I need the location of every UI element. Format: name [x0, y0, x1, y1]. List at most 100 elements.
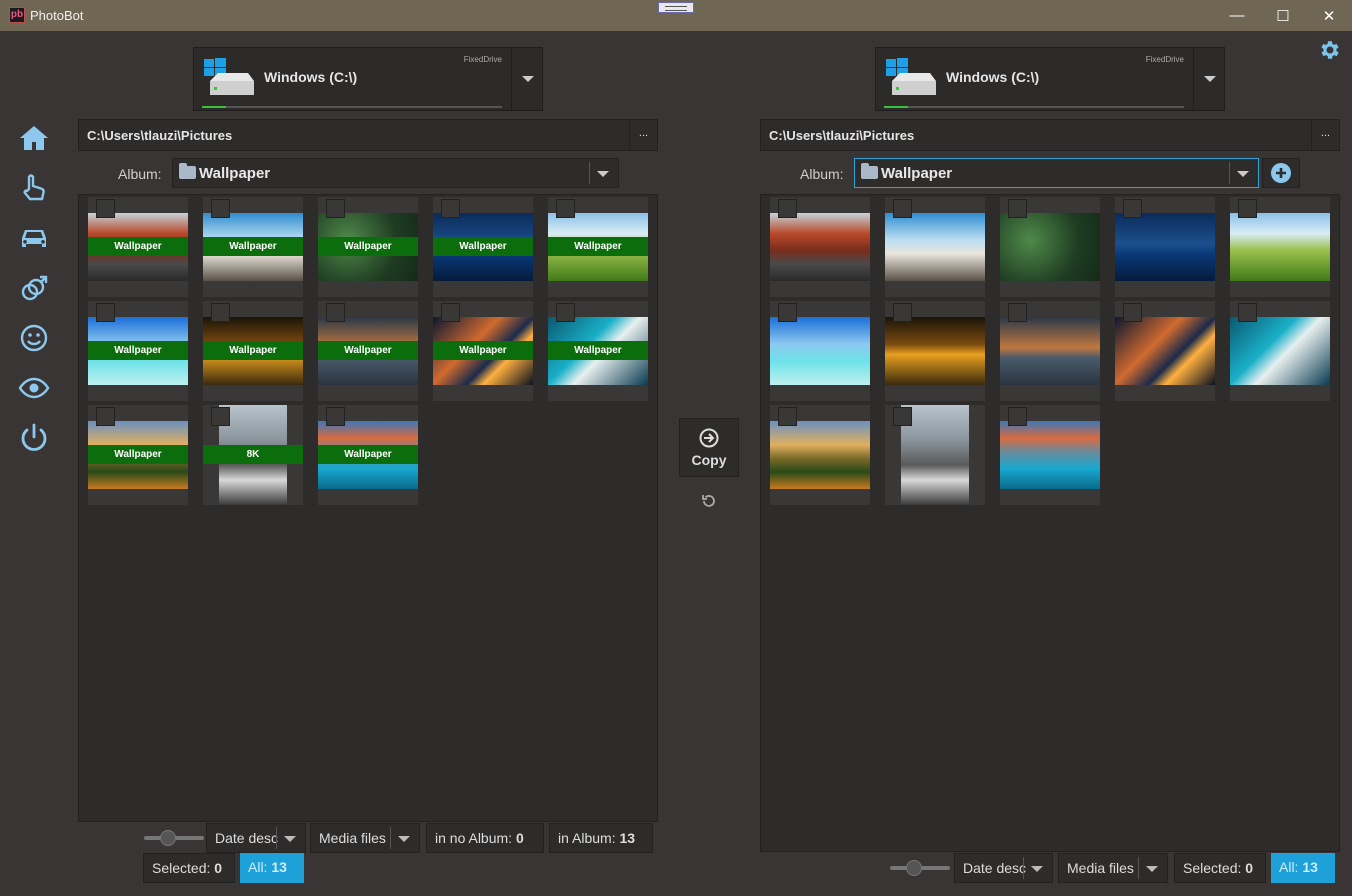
thumbnail-item[interactable]: Wallpaper — [433, 197, 533, 297]
close-button[interactable]: ✕ — [1306, 0, 1352, 31]
thumbnail-item[interactable]: Wallpaper — [433, 301, 533, 401]
right-sort-dropdown[interactable]: Date desc — [954, 853, 1053, 883]
thumbnail-item[interactable]: Wallpaper — [88, 301, 188, 401]
left-zoom-slider[interactable] — [144, 828, 204, 848]
thumbnail-image[interactable] — [885, 213, 985, 281]
right-zoom-slider[interactable] — [890, 858, 950, 878]
thumbnail-checkbox[interactable] — [1238, 303, 1257, 322]
chevron-down-icon[interactable] — [597, 171, 609, 177]
thumbnail-image[interactable] — [1000, 421, 1100, 489]
thumbnail-item[interactable] — [770, 301, 870, 401]
chevron-down-icon[interactable] — [522, 76, 534, 82]
thumbnail-image[interactable] — [770, 213, 870, 281]
thumbnail-item[interactable]: 8K — [203, 405, 303, 505]
left-drive-selector[interactable]: Windows (C:\) FixedDrive — [193, 47, 543, 111]
thumbnail-item[interactable] — [1000, 405, 1100, 505]
thumbnail-checkbox[interactable] — [211, 303, 230, 322]
in-album-filter-button[interactable]: in Album: 13 — [549, 823, 653, 853]
drag-handle[interactable] — [658, 2, 694, 13]
smiley-icon[interactable] — [18, 322, 50, 354]
thumbnail-item[interactable] — [770, 405, 870, 505]
thumbnail-image[interactable] — [1115, 317, 1215, 385]
thumbnail-checkbox[interactable] — [778, 303, 797, 322]
eye-icon[interactable] — [18, 372, 50, 404]
right-path-field[interactable]: C:\Users\tlauzi\Pictures ... — [760, 119, 1340, 151]
thumbnail-checkbox[interactable] — [893, 407, 912, 426]
car-icon[interactable] — [18, 222, 50, 254]
right-filter-dropdown[interactable]: Media files — [1058, 853, 1168, 883]
maximize-button[interactable]: ☐ — [1260, 0, 1306, 31]
copy-button[interactable]: Copy — [679, 418, 739, 477]
undo-icon[interactable] — [700, 492, 718, 510]
thumbnail-checkbox[interactable] — [211, 199, 230, 218]
thumbnail-checkbox[interactable] — [1123, 303, 1142, 322]
thumbnail-item[interactable]: Wallpaper — [318, 405, 418, 505]
left-sort-dropdown[interactable]: Date desc — [206, 823, 306, 853]
thumbnail-image[interactable] — [770, 317, 870, 385]
path-text[interactable]: C:\Users\tlauzi\Pictures — [87, 128, 232, 143]
left-filter-dropdown[interactable]: Media files — [310, 823, 420, 853]
thumbnail-checkbox[interactable] — [1008, 303, 1027, 322]
chevron-down-icon[interactable] — [398, 836, 410, 842]
thumbnail-image[interactable] — [1000, 213, 1100, 281]
thumbnail-checkbox[interactable] — [326, 407, 345, 426]
thumbnail-checkbox[interactable] — [893, 199, 912, 218]
thumbnail-item[interactable]: Wallpaper — [203, 197, 303, 297]
power-icon[interactable] — [18, 422, 50, 454]
thumbnail-item[interactable] — [885, 301, 985, 401]
thumbnail-checkbox[interactable] — [441, 303, 460, 322]
thumbnail-checkbox[interactable] — [778, 407, 797, 426]
thumbnail-checkbox[interactable] — [326, 199, 345, 218]
chevron-down-icon[interactable] — [1204, 76, 1216, 82]
right-thumbnail-grid[interactable] — [760, 194, 1340, 852]
thumbnail-item[interactable] — [1230, 301, 1330, 401]
gender-icon[interactable] — [18, 272, 50, 304]
left-album-dropdown[interactable]: Wallpaper — [172, 158, 619, 188]
thumbnail-image[interactable] — [1000, 317, 1100, 385]
right-album-dropdown[interactable]: Wallpaper — [854, 158, 1259, 188]
thumbnail-checkbox[interactable] — [1008, 407, 1027, 426]
thumbnail-item[interactable] — [885, 197, 985, 297]
thumbnail-checkbox[interactable] — [96, 199, 115, 218]
title-bar[interactable]: pb PhotoBot — ☐ ✕ — [0, 0, 1352, 31]
thumbnail-checkbox[interactable] — [211, 407, 230, 426]
thumbnail-item[interactable]: Wallpaper — [318, 301, 418, 401]
thumbnail-checkbox[interactable] — [893, 303, 912, 322]
thumbnail-checkbox[interactable] — [441, 199, 460, 218]
no-album-filter-button[interactable]: in no Album: 0 — [426, 823, 544, 853]
thumbnail-image[interactable] — [1230, 317, 1330, 385]
browse-button[interactable]: ... — [1311, 120, 1339, 150]
path-text[interactable]: C:\Users\tlauzi\Pictures — [769, 128, 914, 143]
thumbnail-checkbox[interactable] — [96, 303, 115, 322]
thumbnail-item[interactable] — [885, 405, 985, 505]
thumbnail-item[interactable] — [1230, 197, 1330, 297]
thumbnail-item[interactable]: Wallpaper — [318, 197, 418, 297]
chevron-down-icon[interactable] — [284, 836, 296, 842]
thumbnail-item[interactable]: Wallpaper — [88, 197, 188, 297]
thumbnail-checkbox[interactable] — [326, 303, 345, 322]
thumbnail-checkbox[interactable] — [556, 199, 575, 218]
pointer-hand-icon[interactable] — [18, 172, 50, 204]
thumbnail-item[interactable] — [1000, 301, 1100, 401]
thumbnail-item[interactable]: Wallpaper — [203, 301, 303, 401]
thumbnail-item[interactable] — [770, 197, 870, 297]
thumbnail-checkbox[interactable] — [1238, 199, 1257, 218]
chevron-down-icon[interactable] — [1146, 866, 1158, 872]
browse-button[interactable]: ... — [629, 120, 657, 150]
thumbnail-image[interactable] — [1230, 213, 1330, 281]
left-selected-filter-button[interactable]: Selected: 0 — [143, 853, 235, 883]
thumbnail-item[interactable]: Wallpaper — [548, 197, 648, 297]
thumbnail-checkbox[interactable] — [96, 407, 115, 426]
left-thumbnail-grid[interactable]: Wallpaper Wallpaper Wallpaper Wallpaper Wall… — [78, 194, 658, 822]
right-all-filter-button[interactable]: All: 13 — [1271, 853, 1335, 883]
thumbnail-item[interactable] — [1115, 197, 1215, 297]
left-all-filter-button[interactable]: All: 13 — [240, 853, 304, 883]
thumbnail-item[interactable]: Wallpaper — [548, 301, 648, 401]
thumbnail-checkbox[interactable] — [556, 303, 575, 322]
left-path-field[interactable]: C:\Users\tlauzi\Pictures ... — [78, 119, 658, 151]
thumbnail-item[interactable] — [1115, 301, 1215, 401]
add-album-button[interactable] — [1262, 158, 1300, 188]
thumbnail-item[interactable] — [1000, 197, 1100, 297]
thumbnail-image[interactable] — [885, 317, 985, 385]
right-selected-filter-button[interactable]: Selected: 0 — [1174, 853, 1266, 883]
